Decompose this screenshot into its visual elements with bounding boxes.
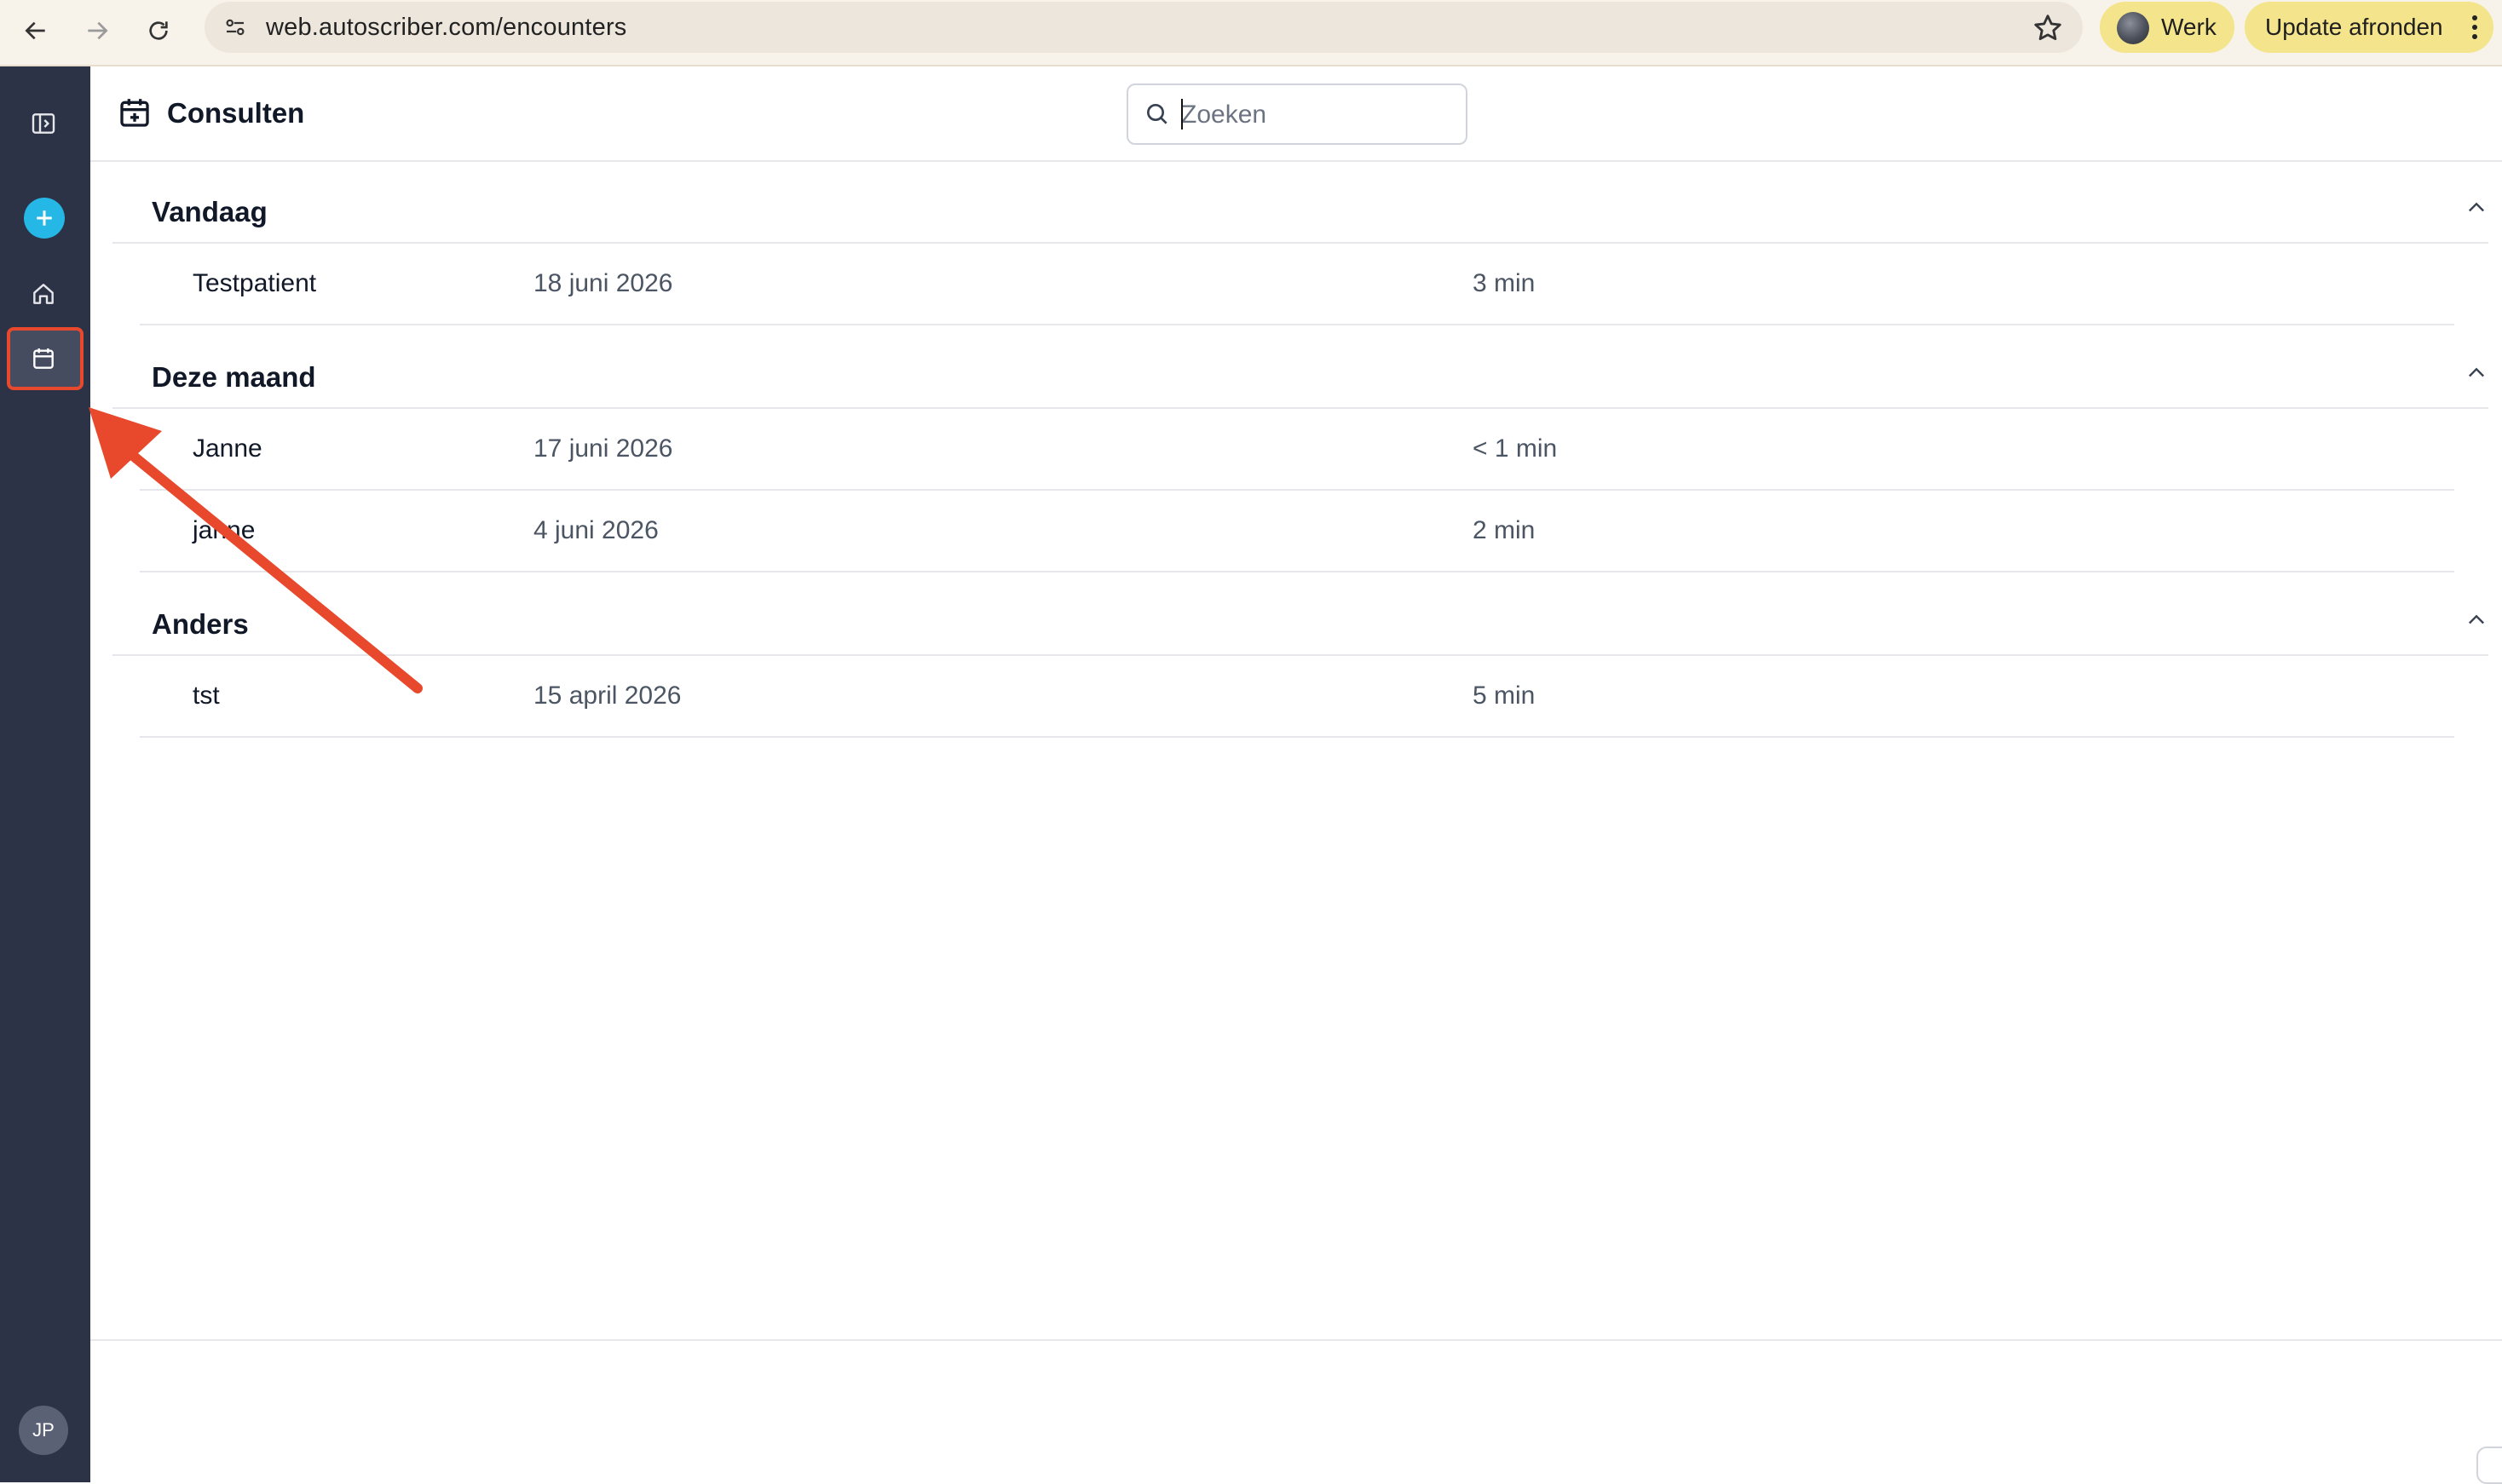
home-icon: [33, 284, 54, 304]
encounter-date: 4 juni 2026: [533, 516, 659, 544]
sidebar-toggle-icon: [32, 113, 55, 134]
text-caret: [1181, 99, 1183, 129]
encounter-duration: < 1 min: [1473, 434, 1558, 463]
patient-name: janne: [193, 516, 256, 544]
page-title: Consulten: [167, 97, 305, 129]
chevron-up-icon[interactable]: [2465, 361, 2488, 385]
sidebar: JP: [0, 66, 90, 1482]
address-bar[interactable]: web.autoscriber.com/encounters: [205, 2, 2083, 53]
patient-name: tst: [193, 682, 220, 710]
table-row[interactable]: tst 15 april 2026 5 min: [140, 656, 2454, 738]
search-input[interactable]: [1179, 95, 1456, 135]
new-encounter-button[interactable]: [24, 198, 65, 239]
back-arrow-icon: [25, 21, 45, 40]
table-row[interactable]: Janne 17 juni 2026 < 1 min: [140, 409, 2454, 491]
reload-button[interactable]: [133, 5, 184, 56]
encounter-duration: 2 min: [1473, 516, 1536, 544]
encounter-date: 17 juni 2026: [533, 434, 673, 463]
encounter-date: 18 juni 2026: [533, 269, 673, 297]
table-row[interactable]: Testpatient 18 juni 2026 3 min: [140, 244, 2454, 325]
back-button[interactable]: [10, 5, 61, 56]
encounter-duration: 3 min: [1473, 269, 1536, 297]
chevron-up-icon[interactable]: [2465, 608, 2488, 632]
group-header-today[interactable]: Vandaag: [112, 162, 2488, 244]
user-avatar[interactable]: JP: [19, 1406, 68, 1455]
main-content: Consulten Vandaag Testpatient 18 juni 20…: [90, 66, 2502, 1484]
chevron-up-icon[interactable]: [2465, 196, 2488, 220]
patient-name: Janne: [193, 434, 262, 463]
encounter-date: 15 april 2026: [533, 682, 682, 710]
group-header-this-month[interactable]: Deze maand: [112, 327, 2488, 409]
search-box[interactable]: [1127, 83, 1467, 145]
annotation-highlight-box: [7, 327, 84, 390]
forward-button[interactable]: [72, 5, 123, 56]
corner-widget[interactable]: [2476, 1447, 2502, 1484]
more-menu-icon: [2472, 15, 2477, 39]
bookmark-star-icon[interactable]: [2032, 12, 2064, 44]
table-row[interactable]: janne 4 juni 2026 2 min: [140, 491, 2454, 572]
sidebar-toggle-button[interactable]: [20, 101, 66, 147]
group-title: Anders: [152, 608, 249, 640]
search-icon: [1147, 104, 1167, 124]
profile-avatar: [2117, 12, 2149, 44]
update-button[interactable]: Update afronden: [2245, 2, 2493, 53]
sidebar-item-home[interactable]: [20, 271, 66, 317]
profile-label: Werk: [2161, 14, 2217, 40]
site-settings-icon[interactable]: [216, 9, 254, 46]
page-header: Consulten: [90, 66, 2502, 162]
profile-chip[interactable]: Werk: [2100, 2, 2234, 53]
calendar-plus-icon: [120, 99, 149, 127]
plus-icon: [37, 210, 52, 226]
reload-icon: [149, 21, 168, 40]
browser-toolbar: web.autoscriber.com/encounters Werk Upda…: [0, 0, 2502, 66]
footer-divider: [90, 1339, 2502, 1341]
forward-arrow-icon: [88, 21, 108, 40]
group-title: Deze maand: [152, 361, 316, 393]
url-text: web.autoscriber.com/encounters: [266, 14, 627, 41]
group-header-other[interactable]: Anders: [112, 574, 2488, 656]
update-label: Update afronden: [2265, 14, 2443, 40]
encounter-duration: 5 min: [1473, 682, 1536, 710]
patient-name: Testpatient: [193, 269, 317, 297]
group-title: Vandaag: [152, 196, 268, 227]
